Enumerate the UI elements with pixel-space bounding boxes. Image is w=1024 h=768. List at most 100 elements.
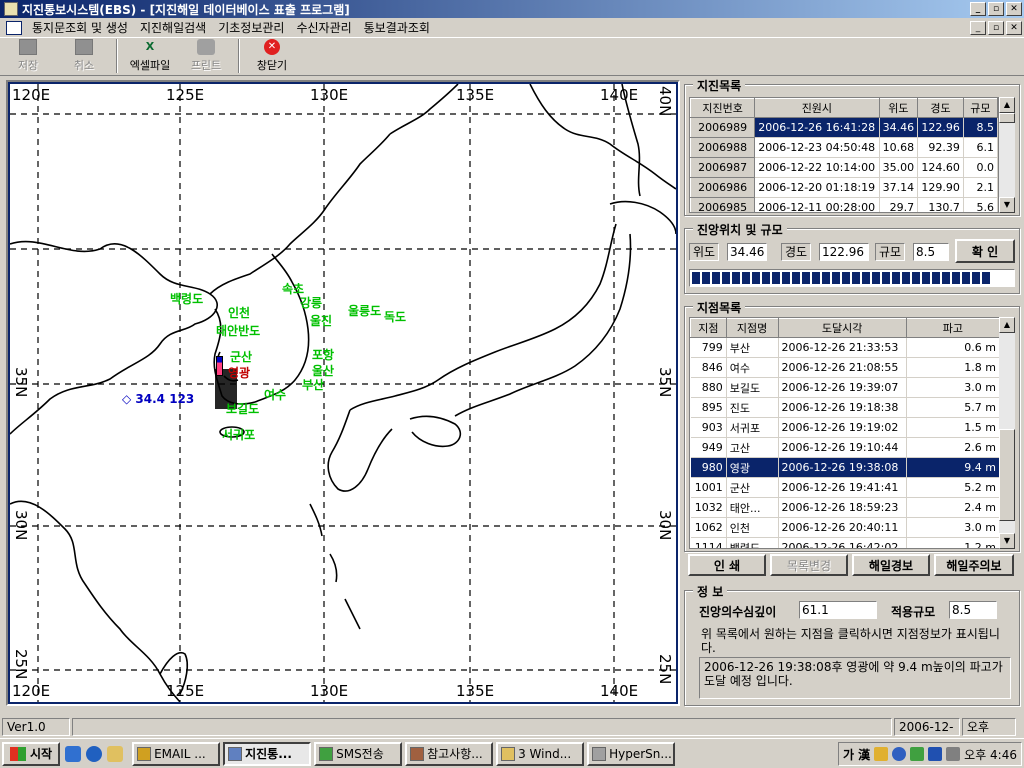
change-list-button[interactable]: 목록변경 — [770, 554, 848, 576]
taskbar-button[interactable]: SMS전송 — [314, 741, 403, 766]
print-button[interactable]: 프린트 — [178, 38, 234, 74]
volume-icon[interactable] — [946, 747, 961, 761]
column-header[interactable]: 지진번호 — [690, 98, 756, 118]
document-icon[interactable] — [6, 20, 22, 35]
excel-button[interactable]: X 엑셀파일 — [122, 38, 178, 74]
column-header[interactable]: 규모 — [962, 98, 998, 118]
table-row[interactable]: 903 서귀포 2006-12-26 19:19:02 1.5 m — [690, 417, 1000, 438]
epicenter-lon-field[interactable]: 122.96 — [819, 243, 869, 261]
network-icon[interactable] — [910, 747, 925, 761]
epicenter-mag-field[interactable]: 8.5 — [913, 243, 949, 261]
taskbar-button[interactable]: 참고사항... — [405, 741, 494, 766]
city-label[interactable]: 태안반도 — [216, 322, 260, 339]
table-row[interactable]: 1001 군산 2006-12-26 19:41:41 5.2 m — [690, 477, 1000, 498]
table-row[interactable]: 2006988 2006-12-23 04:50:48 10.68 92.39 6.1 — [690, 137, 998, 158]
child-close-button[interactable]: ✕ — [1006, 21, 1022, 35]
table-row[interactable]: 799 부산 2006-12-26 21:33:53 0.6 m — [690, 337, 1000, 358]
epicenter-lat-field[interactable]: 34.46 — [727, 243, 767, 261]
menu-notice[interactable]: 통지문조회 및 생성 — [26, 19, 134, 36]
column-header[interactable]: 도달시각 — [777, 318, 907, 338]
menu-results[interactable]: 통보결과조회 — [358, 19, 436, 36]
scroll-down-icon[interactable]: ▼ — [999, 197, 1015, 213]
help-icon[interactable] — [892, 747, 907, 761]
table-row[interactable]: 949 고산 2006-12-26 19:10:44 2.6 m — [690, 437, 1000, 458]
table-row[interactable]: 1032 태안... 2006-12-26 18:59:23 2.4 m — [690, 497, 1000, 518]
column-header[interactable]: 진원시 — [754, 98, 880, 118]
column-header[interactable]: 지점명 — [725, 318, 779, 338]
scroll-up-icon[interactable]: ▲ — [999, 317, 1015, 333]
scroll-thumb[interactable] — [999, 113, 1015, 123]
city-label[interactable]: 서귀포 — [222, 426, 255, 443]
windows-flag-icon — [10, 746, 26, 761]
table-row[interactable]: 1062 인천 2006-12-26 20:40:11 3.0 m — [690, 517, 1000, 538]
ime-indicator[interactable]: 가 漢 — [843, 746, 870, 763]
table-row[interactable]: 846 여수 2006-12-26 21:08:55 1.8 m — [690, 357, 1000, 378]
print-list-button[interactable]: 인 쇄 — [688, 554, 766, 576]
column-header[interactable]: 지점 — [690, 318, 727, 338]
map-canvas[interactable]: 120E 125E 130E 135E 140E 120E 125E 130E … — [10, 84, 676, 702]
table-row[interactable]: 2006989 2006-12-26 16:41:28 34.46 122.96 8.5 — [690, 117, 998, 138]
city-label[interactable]: 백령도 — [170, 290, 203, 307]
menu-base-info[interactable]: 기초정보관리 — [212, 19, 290, 36]
folder-icon[interactable] — [107, 745, 124, 762]
tsunami-advisory-button[interactable]: 해일주의보 — [934, 554, 1014, 576]
depth-field[interactable]: 61.1 — [799, 601, 877, 619]
city-label[interactable]: 여수 — [264, 386, 286, 403]
tsunami-warning-button[interactable]: 해일경보 — [852, 554, 930, 576]
save-button[interactable]: 저장 — [0, 38, 56, 74]
table-row[interactable]: 980 영광 2006-12-26 19:38:08 9.4 m — [690, 457, 1000, 478]
city-label[interactable]: 강릉 — [300, 294, 322, 311]
taskbar-button[interactable]: HyperSn... — [587, 741, 676, 766]
table-row[interactable]: 880 보길도 2006-12-26 19:39:07 3.0 m — [690, 377, 1000, 398]
city-label[interactable]: 인천 — [228, 304, 250, 321]
taskbar-button[interactable]: 3 Wind... — [496, 741, 585, 766]
scroll-down-icon[interactable]: ▼ — [999, 533, 1015, 549]
scroll-up-icon[interactable]: ▲ — [999, 97, 1015, 113]
close-window-button[interactable]: ✕ 창닫기 — [244, 38, 300, 74]
menu-tsunami-search[interactable]: 지진해일검색 — [134, 19, 212, 36]
table-row[interactable]: 2006986 2006-12-20 01:18:19 37.14 129.90 2.1 — [690, 177, 998, 198]
window-title: 지진통보시스템(EBS) - [지진해일 데이터베이스 표출 프로그램] — [22, 2, 350, 17]
city-label[interactable]: 울릉도 — [348, 302, 381, 319]
city-label[interactable]: 울진 — [310, 312, 332, 329]
progress-block — [812, 272, 820, 284]
table-cell: 보길도 — [726, 377, 779, 398]
confirm-button[interactable]: 확 인 — [955, 239, 1015, 263]
city-label[interactable]: 포항 — [312, 346, 334, 363]
table-cell: 2006-12-26 19:19:02 — [778, 417, 907, 438]
ime-tool-icon[interactable] — [874, 747, 889, 761]
taskbar-button[interactable]: EMAIL ... — [132, 741, 221, 766]
quake-table: 지진번호 진원시 위도 경도 규모 2006989 2006-12-26 16:41:28… — [690, 98, 998, 212]
minimize-button[interactable]: _ — [970, 2, 986, 16]
scroll-thumb[interactable] — [999, 429, 1015, 521]
child-restore-button[interactable]: ▫ — [988, 21, 1004, 35]
maximize-button[interactable]: ▫ — [988, 2, 1004, 16]
table-cell: 1001 — [690, 477, 727, 498]
city-label[interactable]: 군산 — [230, 348, 252, 365]
city-label[interactable]: 독도 — [384, 308, 406, 325]
column-header[interactable]: 경도 — [917, 98, 964, 118]
table-row[interactable]: 2006987 2006-12-22 10:14:00 35.00 124.60 0.0 — [690, 157, 998, 178]
taskbar-button[interactable]: 지진통... — [223, 741, 312, 766]
outlook-icon[interactable] — [65, 745, 82, 762]
station-list-scrollbar[interactable]: ▲ ▼ — [999, 317, 1015, 549]
applied-mag-field[interactable]: 8.5 — [949, 601, 997, 619]
table-row[interactable]: 2006985 2006-12-11 00:28:00 29.7 130.7 5.6 — [690, 197, 998, 212]
table-cell: 895 — [690, 397, 727, 418]
child-minimize-button[interactable]: _ — [970, 21, 986, 35]
table-row[interactable]: 895 진도 2006-12-26 19:18:38 5.7 m — [690, 397, 1000, 418]
table-row[interactable]: 1114 백령도 2006-12-26 16:42:02 1.2 m — [690, 537, 1000, 548]
ie-icon[interactable] — [86, 745, 103, 762]
close-button[interactable]: ✕ — [1006, 2, 1022, 16]
start-button[interactable]: 시작 — [2, 741, 61, 766]
table-cell: 1032 — [690, 497, 727, 518]
security-icon[interactable] — [928, 747, 943, 761]
column-header[interactable]: 파고 — [905, 318, 1000, 338]
column-header[interactable]: 위도 — [878, 98, 919, 118]
city-label[interactable]: 보길도 — [226, 400, 259, 417]
city-label[interactable]: 부산 — [302, 376, 324, 393]
lat-right-40: 40N — [656, 86, 674, 117]
menu-recipients[interactable]: 수신자관리 — [290, 19, 357, 36]
quake-list-scrollbar[interactable]: ▲ ▼ — [999, 97, 1015, 213]
cancel-button[interactable]: 취소 — [56, 38, 112, 74]
